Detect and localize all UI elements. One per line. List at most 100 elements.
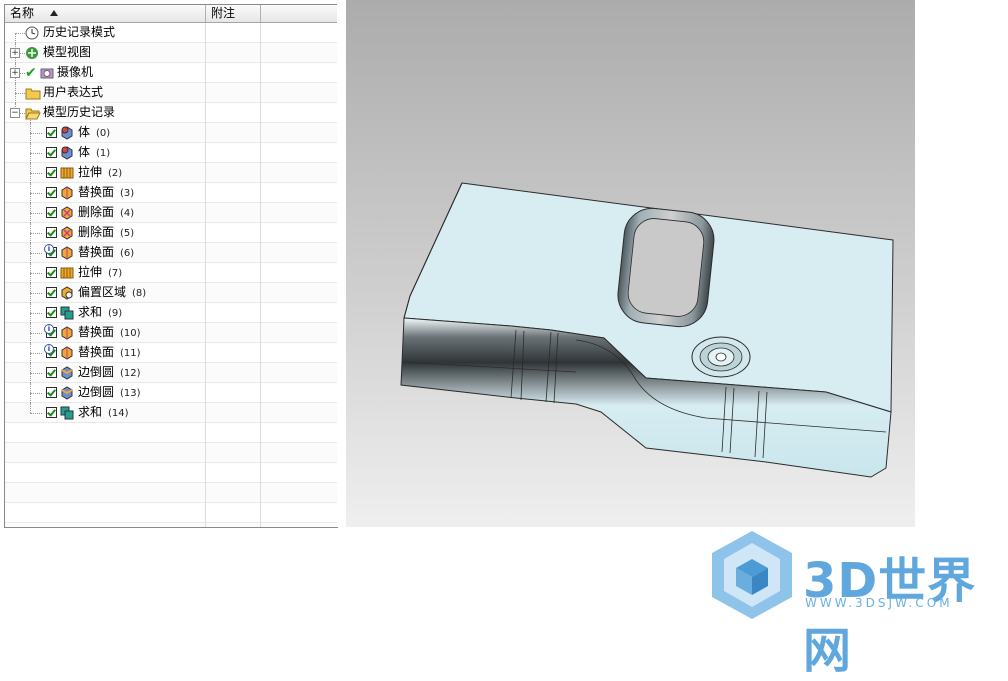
feature-name: 拉伸 [78, 265, 103, 279]
feature-number: (2) [108, 168, 123, 179]
tree-row[interactable]: 用户表达式 [5, 83, 337, 103]
tree-row[interactable]: − 模型历史记录 [5, 103, 337, 123]
visibility-checkbox[interactable] [46, 407, 57, 418]
tree-item-label: 模型视图 [43, 43, 91, 60]
feature-number: (0) [96, 128, 111, 139]
tree-item-label: 替换面 (11) [78, 343, 141, 360]
tree-row[interactable]: i 替换面 (10) [5, 323, 337, 343]
replace-face-icon [60, 186, 74, 200]
empty-row [5, 423, 337, 443]
tree-row[interactable]: 历史记录模式 [5, 23, 337, 43]
tree-row[interactable]: i 替换面 (11) [5, 343, 337, 363]
graphics-window[interactable] [346, 0, 915, 527]
delete-face-icon [60, 226, 74, 240]
column-header-note[interactable]: 附注 [206, 5, 261, 22]
tree-item-label: 边倒圆 (12) [78, 363, 141, 380]
visibility-checkbox[interactable] [46, 227, 57, 238]
tree-item-label: 拉伸 (7) [78, 263, 122, 280]
feature-name: 历史记录模式 [43, 25, 116, 39]
replace-face-icon [60, 326, 74, 340]
empty-row [5, 483, 337, 503]
tree-row[interactable]: 边倒圆 (12) [5, 363, 337, 383]
feature-name: 拉伸 [78, 165, 103, 179]
tree-item-label: 摄像机 [57, 63, 93, 80]
visibility-checkbox[interactable] [46, 307, 57, 318]
feature-name: 替换面 [78, 345, 115, 359]
tree-row[interactable]: + ✔ 摄像机 [5, 63, 337, 83]
info-icon: i [44, 324, 54, 334]
feature-name: 摄像机 [57, 65, 94, 79]
tree-row[interactable]: 体 (1) [5, 143, 337, 163]
tree-item-label: 体 (1) [78, 143, 110, 160]
feature-number: (6) [120, 248, 135, 259]
watermark-text: 3D世界网 [803, 553, 977, 679]
feature-number: (4) [120, 208, 135, 219]
visibility-checkbox[interactable] [46, 127, 57, 138]
column-header-name[interactable]: 名称 [5, 5, 206, 22]
feature-name: 替换面 [78, 185, 115, 199]
tree-row[interactable]: 替换面 (3) [5, 183, 337, 203]
tree-row[interactable]: 偏置区域 (8) [5, 283, 337, 303]
panel-splitter[interactable] [337, 0, 346, 527]
feature-name: 模型视图 [43, 45, 92, 59]
feature-name: 用户表达式 [43, 85, 104, 99]
feature-name: 边倒圆 [78, 385, 115, 399]
visibility-checkbox[interactable] [46, 387, 57, 398]
tree-row[interactable]: i 替换面 (6) [5, 243, 337, 263]
tree-row[interactable]: 边倒圆 (13) [5, 383, 337, 403]
visibility-checkbox[interactable] [46, 367, 57, 378]
tree-row[interactable]: 体 (0) [5, 123, 337, 143]
feature-name: 删除面 [78, 205, 115, 219]
visibility-checkbox[interactable] [46, 147, 57, 158]
collapse-icon[interactable]: − [10, 108, 20, 118]
visibility-checkbox[interactable] [46, 167, 57, 178]
feature-name: 替换面 [78, 325, 115, 339]
body-icon [60, 146, 74, 160]
empty-row [5, 463, 337, 483]
feature-name: 替换面 [78, 245, 115, 259]
tree-item-label: 体 (0) [78, 123, 110, 140]
visibility-checkbox[interactable] [46, 187, 57, 198]
expand-icon[interactable]: + [10, 68, 20, 78]
tree-row[interactable]: 删除面 (5) [5, 223, 337, 243]
tree-item-label: 求和 (9) [78, 303, 122, 320]
visibility-checkbox[interactable] [46, 267, 57, 278]
tree-item-label: 用户表达式 [43, 83, 103, 100]
feature-number: (1) [96, 148, 111, 159]
tree-item-label: 模型历史记录 [43, 103, 115, 120]
info-icon: i [44, 244, 54, 254]
cube-logo-icon [712, 531, 792, 619]
tree-row[interactable]: + 模型视图 [5, 43, 337, 63]
active-check-icon: ✔ [25, 65, 37, 81]
tree-item-label: 替换面 (6) [78, 243, 134, 260]
empty-row [5, 503, 337, 523]
tree-item-label: 边倒圆 (13) [78, 383, 141, 400]
visibility-checkbox[interactable] [46, 287, 57, 298]
tree-row[interactable]: 拉伸 (7) [5, 263, 337, 283]
tree-row[interactable]: 求和 (14) [5, 403, 337, 423]
feature-number: (3) [120, 188, 135, 199]
info-icon: i [44, 344, 54, 354]
expand-icon[interactable]: + [10, 48, 20, 58]
visibility-checkbox[interactable] [46, 207, 57, 218]
replace-face-icon [60, 346, 74, 360]
feature-number: (8) [132, 288, 147, 299]
column-name-label: 名称 [10, 6, 35, 20]
tree-row[interactable]: 删除面 (4) [5, 203, 337, 223]
tree-row[interactable]: 拉伸 (2) [5, 163, 337, 183]
extrude-icon [60, 266, 74, 279]
tree-item-label: 替换面 (10) [78, 323, 141, 340]
edge-blend-icon [60, 386, 74, 400]
feature-number: (13) [120, 388, 141, 399]
column-header-blank[interactable] [261, 5, 337, 22]
feature-number: (7) [108, 268, 123, 279]
empty-row [5, 443, 337, 463]
open-folder-icon [25, 106, 41, 120]
tree-item-label: 删除面 (4) [78, 203, 134, 220]
feature-name: 求和 [78, 405, 103, 419]
feature-name: 体 [78, 125, 91, 139]
part-model[interactable] [346, 0, 915, 527]
tree-row[interactable]: 求和 (9) [5, 303, 337, 323]
part-round-boss [691, 336, 751, 378]
sort-ascending-icon [50, 10, 59, 16]
